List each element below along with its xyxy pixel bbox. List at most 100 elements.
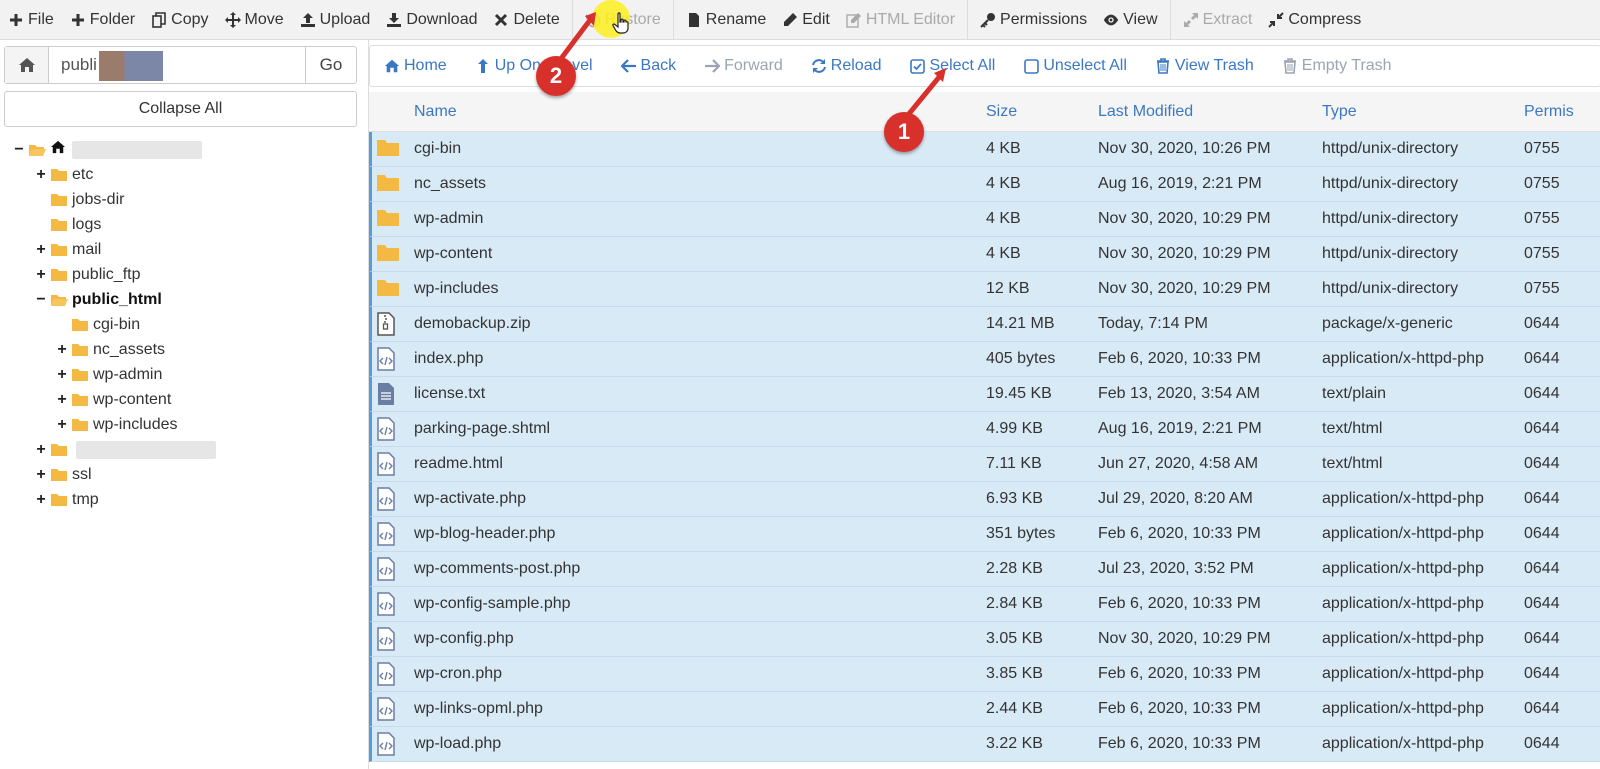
tree-item-logs[interactable]: logs (34, 212, 101, 237)
table-row[interactable]: wp-comments-post.php 2.28 KB Jul 23, 2020,… (369, 552, 1600, 587)
collapse-toggle-icon[interactable]: − (34, 291, 48, 309)
file-size: 4 KB (986, 140, 1021, 157)
toolbar-view-button[interactable]: View (1095, 0, 1165, 40)
nav-up-one-level-button[interactable]: Up One Level (461, 46, 607, 86)
table-row[interactable]: wp-admin 4 KB Nov 30, 2020, 10:29 PM httpd/… (369, 202, 1600, 237)
expand-toggle-icon[interactable]: + (34, 166, 48, 184)
nav-button-label: Home (404, 57, 447, 74)
table-row[interactable]: wp-includes 12 KB Nov 30, 2020, 10:29 PM ht… (369, 272, 1600, 307)
column-permissions[interactable]: Permis (1524, 92, 1574, 132)
sidebar: publi Go Collapse All − + etc jobs-dir logs +… (0, 40, 362, 769)
table-row[interactable]: demobackup.zip 14.21 MB Today, 7:14 PM pack… (369, 307, 1600, 342)
toolbar-delete-button[interactable]: Delete (485, 0, 567, 40)
tree-item-public-html[interactable]: − public_html (34, 287, 161, 312)
toolbar-download-button[interactable]: Download (378, 0, 485, 40)
toolbar-rename-button[interactable]: Rename (678, 0, 774, 40)
expand-toggle-icon[interactable]: + (34, 241, 48, 259)
path-input[interactable]: publi (49, 47, 305, 83)
nav-forward-button[interactable]: Forward (690, 46, 797, 86)
table-row[interactable]: wp-content 4 KB Nov 30, 2020, 10:29 PM http… (369, 237, 1600, 272)
file-name: parking-page.shtml (414, 420, 551, 437)
tree-item-redacted[interactable]: − (12, 137, 202, 162)
expand-toggle-icon[interactable]: + (34, 266, 48, 284)
nav-empty-trash-button[interactable]: Empty Trash (1268, 46, 1406, 86)
tree-item-wp-content[interactable]: + wp-content (55, 387, 171, 412)
tree-item-public-ftp[interactable]: + public_ftp (34, 262, 140, 287)
nav-unselect-all-button[interactable]: Unselect All (1009, 46, 1141, 86)
code-file-icon (376, 662, 400, 686)
table-row[interactable]: wp-config.php 3.05 KB Nov 30, 2020, 10:29 … (369, 622, 1600, 657)
tree-item-etc[interactable]: + etc (34, 162, 93, 187)
expand-toggle-icon[interactable]: + (55, 416, 69, 434)
nav-select-all-button[interactable]: Select All (896, 46, 1010, 86)
expand-toggle-icon[interactable]: + (34, 466, 48, 484)
tree-item-ssl[interactable]: + ssl (34, 462, 91, 487)
file-type: application/x-httpd-php (1322, 735, 1484, 752)
column-size[interactable]: Size (986, 92, 1017, 132)
file-permissions: 0755 (1524, 245, 1560, 262)
expand-toggle-icon[interactable]: + (55, 391, 69, 409)
nav-reload-button[interactable]: Reload (797, 46, 896, 86)
file-name: nc_assets (414, 175, 487, 192)
toolbar-upload-button[interactable]: Upload (292, 0, 379, 40)
file-size: 6.93 KB (986, 490, 1043, 507)
tree-item-mail[interactable]: + mail (34, 237, 101, 262)
column-name[interactable]: Name (414, 92, 457, 132)
expand-toggle-icon[interactable]: + (34, 441, 48, 459)
expand-toggle-icon[interactable]: + (55, 341, 69, 359)
tree-item-tmp[interactable]: + tmp (34, 487, 98, 512)
file-modified: Jul 23, 2020, 3:52 PM (1098, 560, 1254, 577)
toolbar-folder-button[interactable]: Folder (62, 0, 143, 40)
expand-toggle-icon[interactable]: + (34, 491, 48, 509)
table-row[interactable]: nc_assets 4 KB Aug 16, 2019, 2:21 PM httpd/… (369, 167, 1600, 202)
toolbar-move-button[interactable]: Move (217, 0, 292, 40)
move-icon (224, 11, 241, 28)
table-row[interactable]: wp-config-sample.php 2.84 KB Feb 6, 2020, … (369, 587, 1600, 622)
toolbar-permissions-button[interactable]: Permissions (972, 0, 1095, 40)
toolbar-separator (967, 0, 969, 40)
collapse-toggle-icon[interactable]: − (12, 141, 26, 159)
toolbar-button-label: Edit (802, 10, 830, 28)
tree-item-wp-includes[interactable]: + wp-includes (55, 412, 177, 437)
pencil-icon (782, 12, 798, 28)
toolbar-compress-button[interactable]: Compress (1260, 0, 1369, 40)
toolbar-extract-button[interactable]: Extract (1175, 0, 1261, 40)
file-size: 19.45 KB (986, 385, 1052, 402)
file-type: text/html (1322, 420, 1383, 437)
table-row[interactable]: parking-page.shtml 4.99 KB Aug 16, 2019, 2… (369, 412, 1600, 447)
column-last-modified[interactable]: Last Modified (1098, 92, 1193, 132)
expand-toggle-icon[interactable]: + (55, 366, 69, 384)
tree-item-nc-assets[interactable]: + nc_assets (55, 337, 165, 362)
toolbar-copy-button[interactable]: Copy (143, 0, 216, 40)
table-row[interactable]: wp-cron.php 3.85 KB Feb 6, 2020, 10:33 PM a… (369, 657, 1600, 692)
path-bar: publi Go (4, 46, 357, 84)
toolbar-separator (571, 0, 573, 40)
column-type[interactable]: Type (1322, 92, 1357, 132)
tree-item-cgi-bin[interactable]: cgi-bin (55, 312, 140, 337)
table-row[interactable]: license.txt 19.45 KB Feb 13, 2020, 3:54 AM… (369, 377, 1600, 412)
table-row[interactable]: wp-activate.php 6.93 KB Jul 29, 2020, 8:20… (369, 482, 1600, 517)
table-row[interactable]: wp-links-opml.php 2.44 KB Feb 6, 2020, 10:… (369, 692, 1600, 727)
home-path-button[interactable] (5, 47, 49, 83)
nav-view-trash-button[interactable]: View Trash (1141, 46, 1268, 86)
code-file-icon (376, 732, 400, 756)
table-row[interactable]: wp-blog-header.php 351 bytes Feb 6, 2020, … (369, 517, 1600, 552)
table-row[interactable]: cgi-bin 4 KB Nov 30, 2020, 10:26 PM httpd/u… (369, 132, 1600, 167)
table-row[interactable]: index.php 405 bytes Feb 6, 2020, 10:33 PM a… (369, 342, 1600, 377)
tree-item-wp-admin[interactable]: + wp-admin (55, 362, 162, 387)
toolbar-html-editor-button[interactable]: HTML Editor (838, 0, 963, 40)
file-size: 351 bytes (986, 525, 1056, 542)
tree-item-redacted[interactable]: + (34, 437, 216, 462)
nav-home-button[interactable]: Home (370, 46, 461, 86)
toolbar-file-button[interactable]: File (0, 0, 62, 40)
table-row[interactable]: readme.html 7.11 KB Jun 27, 2020, 4:58 AM t… (369, 447, 1600, 482)
nav-back-button[interactable]: Back (607, 46, 691, 86)
tree-item-jobs-dir[interactable]: jobs-dir (34, 187, 124, 212)
toolbar-edit-button[interactable]: Edit (774, 0, 838, 40)
table-row[interactable]: wp-load.php 3.22 KB Feb 6, 2020, 10:33 PM a… (369, 727, 1600, 762)
nav-button-label: Empty Trash (1301, 57, 1392, 74)
go-button[interactable]: Go (305, 47, 356, 83)
file-modified: Nov 30, 2020, 10:29 PM (1098, 210, 1271, 227)
toolbar-button-label: Rename (705, 10, 767, 28)
collapse-all-button[interactable]: Collapse All (4, 91, 357, 127)
